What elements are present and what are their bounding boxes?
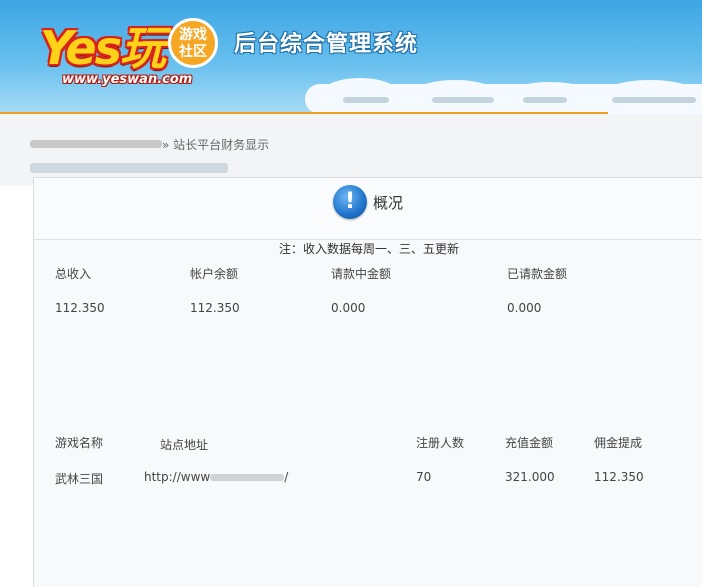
withdrawn-amount-header: 已请款金额 [507, 267, 568, 281]
site-url-suffix: / [284, 470, 289, 484]
recharge-amount-cell: 321.000 [505, 470, 555, 484]
blurred-nav-item[interactable] [612, 97, 696, 103]
logo-url: www.yeswan.com [62, 72, 193, 87]
top-banner: Yes玩 游戏 社区 www.yeswan.com 后台综合管理系统 [0, 0, 702, 114]
withdrawn-amount-value: 0.000 [507, 301, 542, 315]
balance-header: 帐户余额 [190, 267, 239, 281]
logo-wordmark: Yes玩 [40, 21, 166, 75]
cloud-decoration [600, 80, 700, 112]
balance-value: 112.350 [190, 301, 240, 315]
logo-badge: 游戏 社区 [168, 18, 218, 68]
panel-title: 概况 [373, 194, 404, 212]
update-note: 注：收入数据每周一、三、五更新 [279, 242, 460, 256]
finance-panel: ! 概况 注：收入数据每周一、三、五更新 总收入 帐户余额 请款中金额 已请款金… [33, 177, 702, 587]
cloud-decoration [320, 78, 400, 112]
recharge-amount-header: 充值金额 [505, 436, 554, 450]
site-url-header: 站点地址 [160, 438, 209, 452]
total-income-header: 总收入 [55, 267, 92, 281]
registered-users-cell: 70 [416, 470, 432, 484]
total-income-value: 112.350 [55, 301, 105, 315]
commission-header: 佣金提成 [594, 436, 643, 450]
system-title: 后台综合管理系统 [234, 32, 419, 57]
panel-header: ! 概况 [34, 178, 702, 240]
blurred-nav-item[interactable] [432, 97, 494, 103]
game-name-header: 游戏名称 [55, 436, 104, 450]
commission-cell: 112.350 [594, 470, 644, 484]
info-icon: ! [333, 185, 367, 219]
breadcrumb-current: » 站长平台财务显示 [162, 138, 270, 152]
site-url-blurred [210, 474, 285, 481]
registered-users-header: 注册人数 [416, 436, 465, 450]
blurred-nav-item[interactable] [523, 97, 567, 103]
site-url-prefix: http://www [144, 470, 211, 484]
breadcrumb-bar: » 站长平台财务显示 [0, 114, 702, 186]
pending-amount-value: 0.000 [331, 301, 366, 315]
breadcrumb-sub-blurred [30, 163, 228, 173]
cloud-decoration [410, 80, 500, 112]
blurred-nav-item[interactable] [343, 97, 389, 103]
pending-amount-header: 请款中金额 [331, 267, 392, 281]
site-url-cell[interactable]: http://www / [144, 470, 288, 484]
breadcrumb-link-blurred[interactable] [30, 140, 162, 148]
game-name-cell: 武林三国 [55, 472, 104, 486]
site-logo[interactable]: Yes玩 游戏 社区 www.yeswan.com [34, 6, 224, 94]
